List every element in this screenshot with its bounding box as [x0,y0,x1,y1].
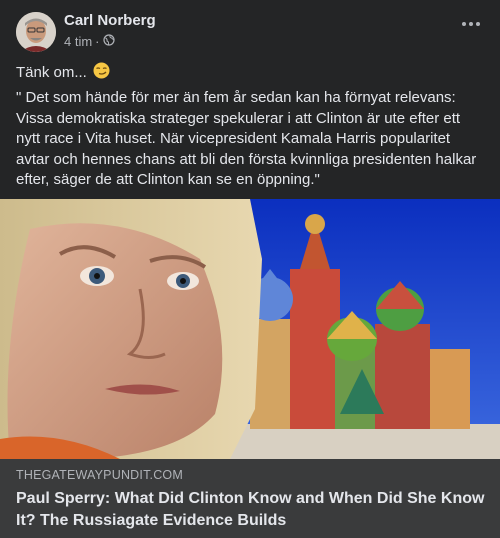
link-domain: THEGATEWAYPUNDIT.COM [16,468,183,482]
post-header: Carl Norberg 4 tim · [0,0,500,58]
post-time[interactable]: 4 tim [64,34,92,49]
more-options-button[interactable] [462,22,480,26]
author-avatar[interactable] [16,12,56,52]
post-intro: Tänk om... [16,62,110,83]
smirk-emoji-icon [93,62,110,83]
link-headline[interactable]: Paul Sperry: What Did Clinton Know and W… [16,488,486,531]
post-meta: 4 tim · [64,34,115,49]
link-preview-image[interactable] [0,199,500,459]
link-preview-card[interactable]: THEGATEWAYPUNDIT.COM Paul Sperry: What D… [0,459,500,538]
post-body-text: " Det som hände för mer än fem år sedan … [16,89,477,188]
globe-icon [102,34,115,49]
author-name[interactable]: Carl Norberg [64,12,156,29]
post-card: Carl Norberg 4 tim · Tänk om... " Det so… [0,0,500,538]
post-intro-text: Tänk om... [16,64,87,81]
